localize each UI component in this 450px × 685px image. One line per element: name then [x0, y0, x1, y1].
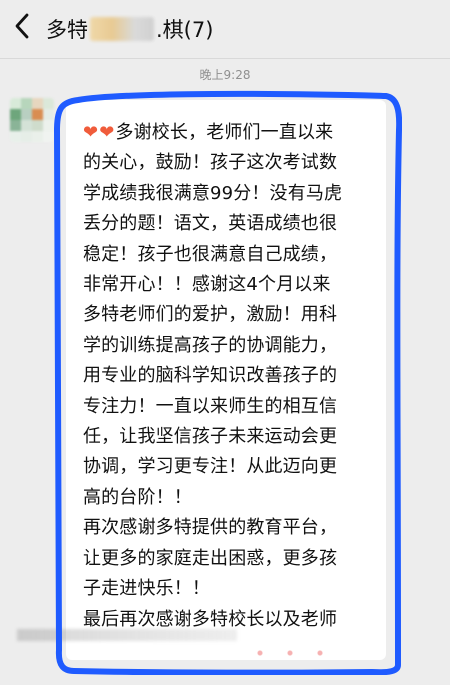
message-text: 多谢校长，老师们一直以来	[115, 122, 334, 143]
heart-icon: ❤	[83, 122, 99, 143]
message-line: 学成绩我很满意99分！没有马虎	[83, 182, 343, 204]
chat-title-suffix: ‪.棋(7)	[156, 18, 214, 42]
avatar[interactable]	[10, 98, 54, 142]
message-line: 任，让我坚信孩子未来运动会更	[83, 426, 338, 448]
heart-icon: ❤	[99, 122, 115, 143]
chat-title: 多特 ‪.棋(7)	[46, 14, 213, 44]
message-line: 让更多的家庭走出困惑，更多孩	[83, 547, 338, 569]
message-line: 子走进快乐！！	[83, 578, 211, 600]
message-line: 专注力！一直以来师生的相互信	[83, 395, 338, 417]
chat-title-prefix: 多特	[46, 18, 88, 42]
message-line: ❤❤多谢校长，老师们一直以来	[83, 118, 370, 148]
message-bubble[interactable]: ❤❤多谢校长，老师们一直以来 的关心，鼓励！孩子这次考试数 学成绩我很满意99分…	[66, 100, 386, 660]
message-line: 稳定！孩子也很满意自己成绩，	[83, 243, 338, 265]
message-line: 协调，学习更专注！从此迈向更	[83, 456, 338, 478]
decorative-dots	[250, 648, 370, 658]
cropped-text-fragment	[17, 629, 237, 641]
message-line: 学的训练提高孩子的协调能力，	[83, 334, 338, 356]
blurred-name	[90, 17, 154, 41]
message-line: 非常开心！！感谢这4个月以来	[83, 274, 331, 296]
chat-header: 多特 ‪.棋(7)	[0, 0, 450, 59]
message-line: 多特老师们的爱护，激励！用科	[83, 304, 338, 326]
back-button[interactable]	[8, 12, 36, 44]
message-line: 再次感谢多特提供的教育平台，	[83, 517, 338, 539]
chevron-left-icon	[13, 12, 31, 44]
message-line: 丢分的题！语文，英语成绩也很	[83, 213, 338, 235]
message-line: 用专业的脑科学知识改善孩子的	[83, 365, 338, 387]
message-timestamp: 晚上9:28	[199, 68, 251, 82]
message-line: 高的台阶！！	[83, 486, 192, 508]
message-line: 的关心，鼓励！孩子这次考试数	[83, 152, 338, 174]
